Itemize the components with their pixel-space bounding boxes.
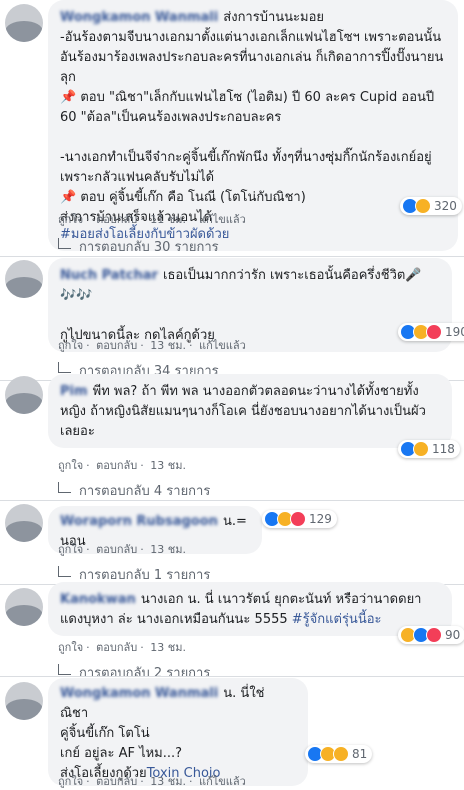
comment-bubble: Wongkamon Wanmali น. นี่ใช่ ณิชา คู่จิ้น…	[48, 678, 308, 786]
haha-reaction-icon	[413, 441, 429, 457]
reply-button[interactable]: ตอบกลับ	[96, 339, 137, 352]
comment-author[interactable]: Pim	[60, 384, 88, 399]
haha-reaction-icon	[333, 746, 349, 762]
avatar[interactable]	[5, 504, 43, 542]
comment-actions: ถูกใจ · ตอบกลับ · 13 ชม. · แก้ไขแล้ว	[58, 339, 246, 352]
comment-author[interactable]: Wongkamon Wanmali	[60, 10, 218, 25]
divider	[0, 676, 464, 677]
love-reaction-icon	[426, 324, 442, 340]
comment-time[interactable]: 13 ชม.	[150, 641, 186, 654]
comment-time[interactable]: 13 ชม.	[150, 775, 186, 788]
comment-author[interactable]: Kanokwan	[60, 592, 136, 607]
comment-text: พีท พล? ถ้า พีท พล นางออกตัวตลอดนะว่านาง…	[60, 384, 426, 439]
reply-button[interactable]: ตอบกลับ	[96, 213, 137, 226]
reaction-count: 90	[445, 628, 461, 642]
avatar[interactable]	[5, 588, 43, 626]
reaction-summary[interactable]: 118	[398, 440, 460, 458]
reply-arrow-icon	[58, 664, 71, 675]
comment-time[interactable]: 13 ชม.	[150, 459, 186, 472]
like-button[interactable]: ถูกใจ	[58, 543, 83, 556]
comment-time[interactable]: 13 ชม.	[150, 339, 186, 352]
edited-label[interactable]: แก้ไขแล้ว	[199, 775, 246, 788]
reaction-count: 190	[445, 325, 464, 339]
comment-time[interactable]: 13 ชม.	[150, 543, 186, 556]
like-button[interactable]: ถูกใจ	[58, 641, 83, 654]
hashtag-link[interactable]: #รู้จักแต่รุ่นนี้อะ	[292, 612, 382, 627]
like-button[interactable]: ถูกใจ	[58, 213, 83, 226]
avatar[interactable]	[5, 4, 43, 42]
replies-count-label: การตอบกลับ 4 รายการ	[79, 484, 211, 499]
love-reaction-icon	[290, 511, 306, 527]
haha-reaction-icon	[415, 198, 431, 214]
comment-author[interactable]: Wongkamon Wanmali	[60, 686, 218, 701]
reaction-count: 118	[432, 442, 455, 456]
reply-arrow-icon	[58, 566, 71, 577]
comment-author[interactable]: Woraporn Rubsagoon	[60, 514, 218, 529]
reply-button[interactable]: ตอบกลับ	[96, 641, 137, 654]
comment-actions: ถูกใจ · ตอบกลับ · 13 ชม.	[58, 543, 186, 556]
divider	[0, 256, 464, 257]
reaction-summary[interactable]: 190	[398, 323, 464, 341]
reaction-count: 81	[352, 747, 368, 761]
reaction-summary[interactable]: 81	[305, 745, 373, 763]
comment-actions: ถูกใจ · ตอบกลับ · 11 ชม. · แก้ไขแล้ว	[58, 213, 246, 226]
avatar[interactable]	[5, 682, 43, 720]
reaction-count: 320	[434, 199, 457, 213]
comment-actions: ถูกใจ · ตอบกลับ · 13 ชม. · แก้ไขแล้ว	[58, 775, 246, 788]
like-button[interactable]: ถูกใจ	[58, 339, 83, 352]
edited-label[interactable]: แก้ไขแล้ว	[199, 339, 246, 352]
view-replies-link[interactable]: การตอบกลับ 4 รายการ	[58, 480, 210, 501]
avatar[interactable]	[5, 376, 43, 414]
like-button[interactable]: ถูกใจ	[58, 459, 83, 472]
reply-button[interactable]: ตอบกลับ	[96, 775, 137, 788]
reply-arrow-icon	[58, 482, 71, 493]
edited-label[interactable]: แก้ไขแล้ว	[199, 213, 246, 226]
divider	[0, 500, 464, 501]
comment-bubble: Pim พีท พล? ถ้า พีท พล นางออกตัวตลอดนะว่…	[48, 374, 452, 448]
avatar[interactable]	[5, 260, 43, 298]
comment-author[interactable]: Nuch Patchar	[60, 268, 158, 283]
comment-actions: ถูกใจ · ตอบกลับ · 13 ชม.	[58, 459, 186, 472]
like-button[interactable]: ถูกใจ	[58, 775, 83, 788]
reaction-summary[interactable]: 90	[398, 626, 464, 644]
reply-arrow-icon	[58, 362, 71, 373]
comment-actions: ถูกใจ · ตอบกลับ · 13 ชม.	[58, 641, 186, 654]
reaction-summary[interactable]: 320	[400, 197, 462, 215]
reply-button[interactable]: ตอบกลับ	[96, 459, 137, 472]
comment-time[interactable]: 11 ชม.	[150, 213, 186, 226]
reply-button[interactable]: ตอบกลับ	[96, 543, 137, 556]
love-reaction-icon	[426, 627, 442, 643]
comment-bubble: Kanokwan นางเอก น. นี่ เนาวรัตน์ ยุกตะนั…	[48, 582, 452, 636]
reply-arrow-icon	[58, 238, 71, 249]
view-replies-link[interactable]: การตอบกลับ 30 รายการ	[58, 236, 219, 257]
replies-count-label: การตอบกลับ 30 รายการ	[79, 240, 219, 255]
reaction-count: 129	[309, 512, 332, 526]
comment-text: ส่งการบ้านนะมอย -อันร้องตามจีบนางเอกมาตั…	[60, 10, 444, 225]
reaction-summary[interactable]: 129	[262, 510, 337, 528]
